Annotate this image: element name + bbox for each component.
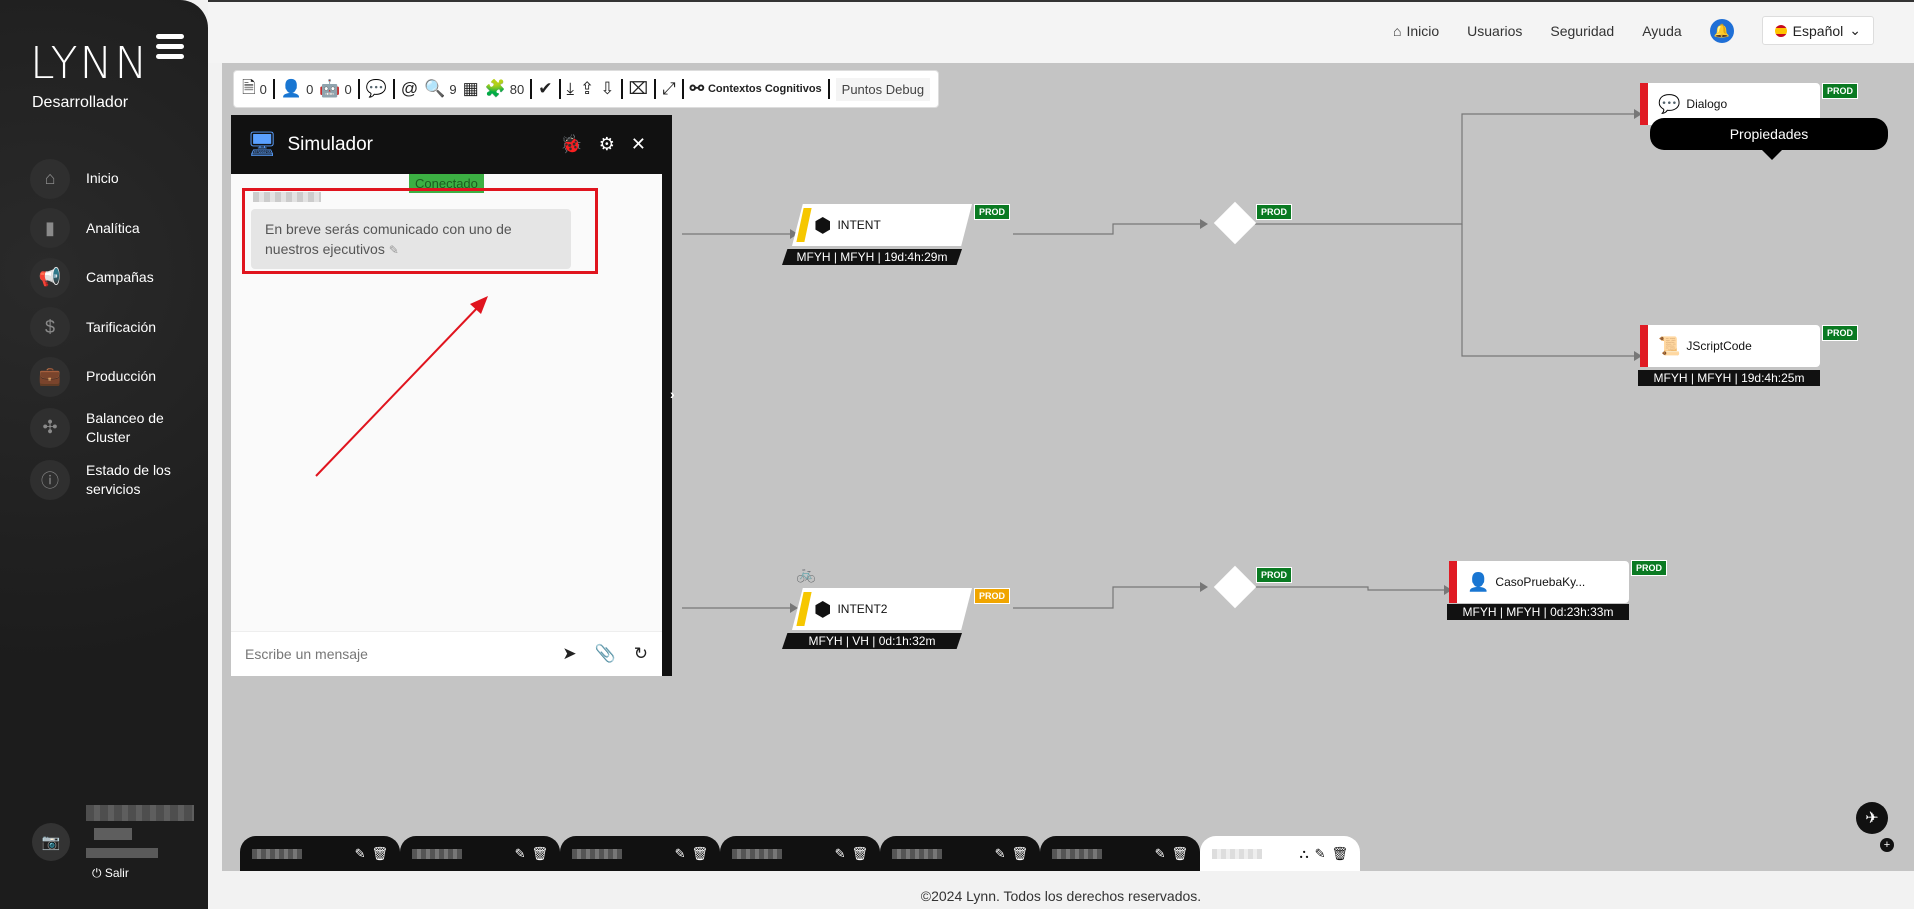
trash-icon[interactable]: 🗑 bbox=[1011, 846, 1028, 862]
flow-tab[interactable]: ✎ 🗑 bbox=[560, 836, 720, 872]
jscript-meta: MFYH | MFYH | 19d:4h:25m bbox=[1638, 370, 1820, 386]
trash-icon[interactable]: 🗑 bbox=[1171, 846, 1188, 862]
flow-tab[interactable]: ✎ 🗑 bbox=[880, 836, 1040, 872]
jscript-node[interactable]: 📜 JScriptCode bbox=[1640, 325, 1820, 367]
intent-name: INTENT bbox=[837, 218, 881, 232]
intent-node[interactable]: ⬢ INTENT2 bbox=[792, 588, 972, 630]
edit-icon[interactable]: ✎ bbox=[995, 846, 1006, 862]
annotation-arrow bbox=[315, 296, 488, 477]
properties-tooltip[interactable]: Propiedades bbox=[1650, 118, 1888, 160]
flow-tab[interactable]: ✎ 🗑 bbox=[720, 836, 880, 872]
cube-icon: ⬢ bbox=[814, 598, 832, 621]
edit-icon[interactable]: ✎ bbox=[835, 846, 846, 862]
prod-badge: PROD bbox=[1256, 204, 1293, 220]
javascript-icon: 📜 bbox=[1658, 335, 1681, 356]
edit-icon[interactable]: ✎ bbox=[1155, 846, 1166, 862]
prod-badge-warning: PROD bbox=[974, 588, 1011, 604]
flow-tabs: ✎ 🗑 ✎ 🗑 ✎ 🗑 ✎ 🗑 ✎ 🗑 ✎ 🗑 ⛬ ✎ 🗑 bbox=[240, 836, 1360, 872]
prod-badge: PROD bbox=[1256, 567, 1293, 583]
prod-badge: PROD bbox=[1822, 83, 1859, 99]
agent-icon: 👤 bbox=[1467, 571, 1490, 592]
jscript-name: JScriptCode bbox=[1686, 339, 1752, 353]
trash-icon[interactable]: 🗑 bbox=[1331, 846, 1348, 862]
prod-badge: PROD bbox=[1822, 325, 1859, 341]
dialog-name: Dialogo bbox=[1686, 97, 1728, 111]
flow-tab[interactable]: ✎ 🗑 bbox=[400, 836, 560, 872]
prod-badge: PROD bbox=[1631, 560, 1668, 576]
agent-node-name: CasoPruebaKy... bbox=[1495, 575, 1586, 589]
trash-icon[interactable]: 🗑 bbox=[531, 846, 548, 862]
flow-tab-active[interactable]: ⛬ ✎ 🗑 bbox=[1200, 836, 1360, 872]
edit-icon[interactable]: ✎ bbox=[675, 846, 686, 862]
flow-tab[interactable]: ✎ 🗑 bbox=[1040, 836, 1200, 872]
footer: ©2024 Lynn. Todos los derechos reservado… bbox=[208, 871, 1914, 909]
trash-icon[interactable]: 🗑 bbox=[851, 846, 868, 862]
hierarchy-icon[interactable]: ⛬ bbox=[1299, 846, 1308, 862]
edit-icon[interactable]: ✎ bbox=[355, 846, 366, 862]
intent-name: INTENT2 bbox=[837, 602, 888, 616]
chat-icon: 💬 bbox=[1658, 93, 1681, 114]
add-icon[interactable]: + bbox=[1880, 838, 1894, 852]
trash-icon[interactable]: 🗑 bbox=[371, 846, 388, 862]
airplane-icon[interactable]: ✈ bbox=[1856, 802, 1888, 834]
cube-icon: ⬢ bbox=[814, 214, 832, 237]
edit-icon[interactable]: ✎ bbox=[515, 846, 526, 862]
agent-node[interactable]: 👤 CasoPruebaKy... bbox=[1449, 561, 1629, 603]
edit-icon[interactable]: ✎ bbox=[1315, 846, 1326, 862]
flow-tab[interactable]: ✎ 🗑 bbox=[240, 836, 400, 872]
agent-node-meta: MFYH | MFYH | 0d:23h:33m bbox=[1447, 604, 1629, 620]
bicycle-icon: 🚲 bbox=[796, 566, 816, 583]
prod-badge: PROD bbox=[974, 204, 1011, 220]
intent-meta: MFYH | VH | 0d:1h:32m bbox=[782, 633, 962, 649]
intent-meta: MFYH | MFYH | 19d:4h:29m bbox=[782, 249, 962, 265]
intent-node[interactable]: ⬢ INTENT bbox=[792, 204, 972, 246]
trash-icon[interactable]: 🗑 bbox=[691, 846, 708, 862]
